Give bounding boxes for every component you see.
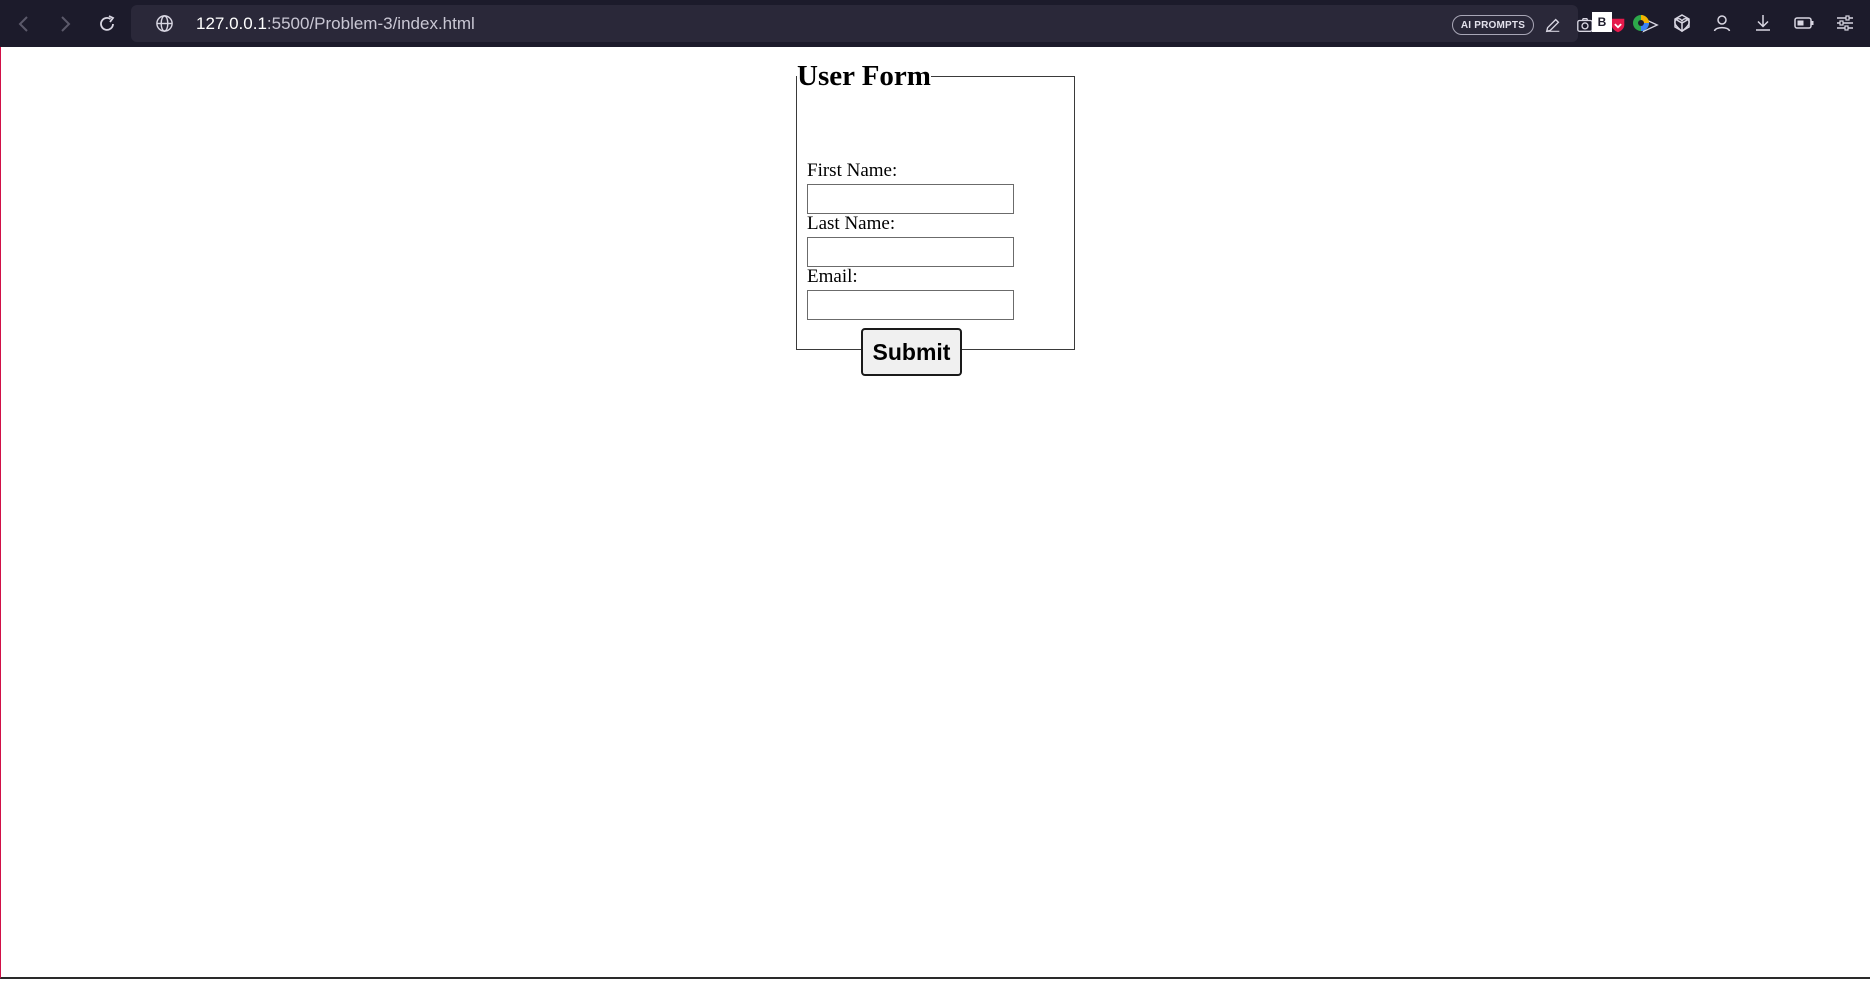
address-bar[interactable]: 127.0.0.1:5500/Problem-3/index.html AI P…	[131, 5, 1690, 42]
first-name-label: First Name:	[807, 160, 898, 181]
colorful-extension-icon[interactable]	[1630, 12, 1652, 34]
first-name-field[interactable]	[807, 184, 1014, 214]
battery-icon[interactable]	[1793, 12, 1815, 34]
reload-button[interactable]	[93, 10, 121, 38]
extension-b-icon[interactable]: B	[1592, 12, 1612, 32]
form-legend: User Form	[797, 60, 931, 92]
cube-icon[interactable]	[1671, 12, 1693, 34]
forward-button[interactable]	[51, 10, 79, 38]
url-host: 127.0.0.1	[196, 14, 267, 33]
forward-icon	[61, 16, 71, 32]
submit-button[interactable]: Submit	[861, 328, 962, 376]
browser-toolbar: 127.0.0.1:5500/Problem-3/index.html AI P…	[0, 0, 1870, 47]
url-text[interactable]: 127.0.0.1:5500/Problem-3/index.html	[196, 14, 475, 34]
back-button[interactable]	[10, 10, 38, 38]
edit-icon[interactable]	[1544, 16, 1562, 34]
profile-icon[interactable]	[1711, 12, 1733, 34]
ai-prompts-button[interactable]: AI PROMPTS	[1452, 15, 1534, 35]
last-name-field[interactable]	[807, 237, 1014, 267]
download-icon[interactable]	[1752, 12, 1774, 34]
reload-icon	[100, 15, 115, 31]
email-label: Email:	[807, 266, 858, 287]
back-icon	[18, 16, 28, 32]
user-form: User Form First Name: Last Name: Email: …	[796, 60, 1075, 376]
last-name-label: Last Name:	[807, 213, 896, 234]
globe-icon	[156, 15, 173, 32]
settings-sliders-icon[interactable]	[1834, 12, 1856, 34]
email-field[interactable]	[807, 290, 1014, 320]
url-path: :5500/Problem-3/index.html	[266, 14, 475, 33]
